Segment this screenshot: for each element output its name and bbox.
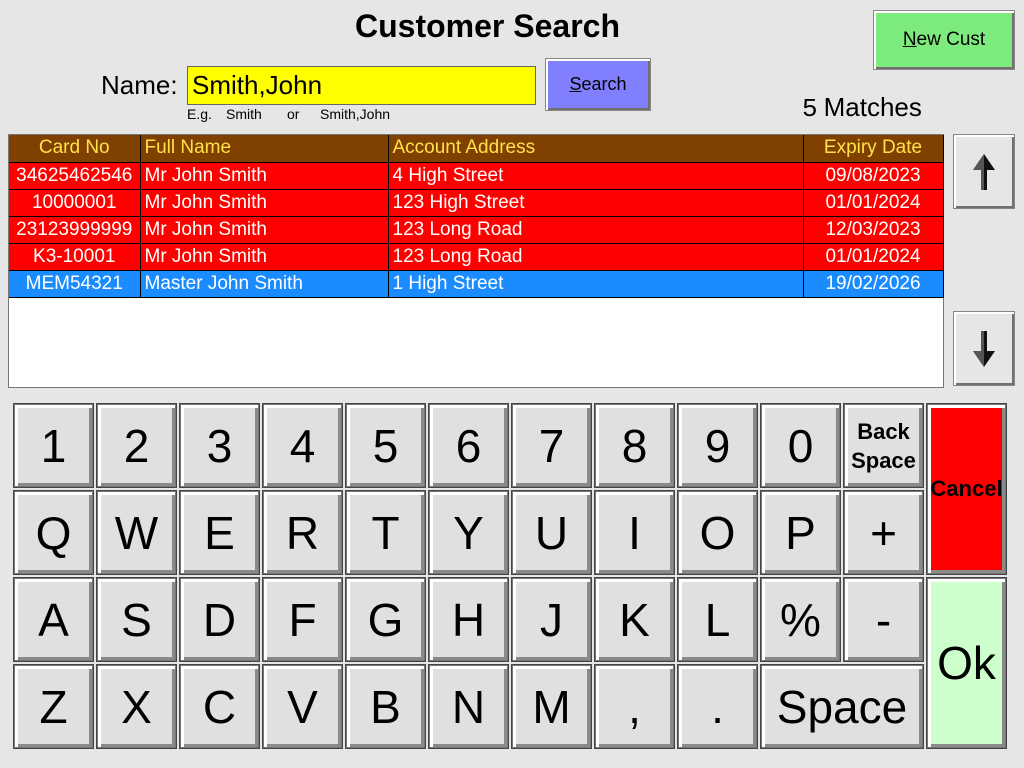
expiry-cell: 01/01/2024	[803, 243, 944, 271]
expiry-cell: 19/02/2026	[803, 270, 944, 298]
address-cell: 1 High Street	[388, 270, 804, 298]
address-cell: 123 Long Road	[388, 243, 804, 271]
key-b[interactable]: B	[346, 665, 425, 748]
key-a[interactable]: A	[14, 578, 93, 661]
key-r[interactable]: R	[263, 491, 342, 574]
matches-label: Matches	[823, 92, 922, 122]
space-key[interactable]: Space	[761, 665, 923, 748]
scroll-up-button[interactable]	[953, 134, 1015, 209]
hint-or: or	[287, 106, 300, 122]
key-percent[interactable]: %	[761, 578, 840, 661]
arrow-up-icon	[973, 153, 995, 190]
search-label: earch	[581, 74, 627, 94]
key-j[interactable]: J	[512, 578, 591, 661]
column-header-expiry-date[interactable]: Expiry Date	[803, 135, 944, 163]
key-f[interactable]: F	[263, 578, 342, 661]
full-name-cell: Mr John Smith	[140, 216, 389, 244]
key-w[interactable]: W	[97, 491, 176, 574]
key-t[interactable]: T	[346, 491, 425, 574]
hint-eg: E.g.	[187, 106, 212, 122]
full-name-cell: Master John Smith	[140, 270, 389, 298]
key-minus[interactable]: -	[844, 578, 923, 661]
column-header-account-address[interactable]: Account Address	[388, 135, 804, 163]
address-cell: 123 Long Road	[388, 216, 804, 244]
full-name-cell: Mr John Smith	[140, 189, 389, 217]
key-7[interactable]: 7	[512, 404, 591, 487]
expiry-cell: 12/03/2023	[803, 216, 944, 244]
name-label: Name:	[101, 70, 178, 100]
table-row[interactable]: K3-10001 Mr John Smith 123 Long Road 01/…	[9, 243, 944, 271]
key-z[interactable]: Z	[14, 665, 93, 748]
ok-button[interactable]: Ok	[927, 578, 1006, 748]
key-u[interactable]: U	[512, 491, 591, 574]
key-6[interactable]: 6	[429, 404, 508, 487]
key-x[interactable]: X	[97, 665, 176, 748]
backspace-label-line2: Space	[851, 447, 916, 473]
key-l[interactable]: L	[678, 578, 757, 661]
key-q[interactable]: Q	[14, 491, 93, 574]
card-no-cell: MEM54321	[9, 270, 141, 298]
arrow-down-icon	[973, 330, 995, 367]
key-3[interactable]: 3	[180, 404, 259, 487]
key-m[interactable]: M	[512, 665, 591, 748]
key-s[interactable]: S	[97, 578, 176, 661]
results-table: Card No Full Name Account Address Expiry…	[9, 135, 944, 298]
new-cust-accelerator: N	[902, 29, 917, 50]
table-row[interactable]: 23123999999 Mr John Smith 123 Long Road …	[9, 216, 944, 244]
backspace-label-line1: Back	[857, 418, 910, 444]
key-k[interactable]: K	[595, 578, 674, 661]
hint-example-2: Smith,John	[320, 106, 391, 122]
backspace-key[interactable]: Back Space	[844, 404, 923, 487]
matches-count: 5 Matches	[802, 90, 922, 126]
search-button[interactable]: Search	[545, 58, 651, 111]
table-header-row: Card No Full Name Account Address Expiry…	[9, 135, 944, 163]
expiry-cell: 01/01/2024	[803, 189, 944, 217]
full-name-cell: Mr John Smith	[140, 243, 389, 271]
key-c[interactable]: C	[180, 665, 259, 748]
hint-example-1: Smith	[226, 106, 262, 122]
key-2[interactable]: 2	[97, 404, 176, 487]
key-5[interactable]: 5	[346, 404, 425, 487]
column-header-full-name[interactable]: Full Name	[140, 135, 389, 163]
column-header-card-no[interactable]: Card No	[9, 135, 141, 163]
expiry-cell: 09/08/2023	[803, 162, 944, 190]
card-no-cell: 23123999999	[9, 216, 141, 244]
key-period[interactable]: .	[678, 665, 757, 748]
matches-number: 5	[802, 94, 818, 124]
cancel-button[interactable]: Cancel	[927, 404, 1006, 574]
card-no-cell: 34625462546	[9, 162, 141, 190]
address-cell: 123 High Street	[388, 189, 804, 217]
table-row[interactable]: 10000001 Mr John Smith 123 High Street 0…	[9, 189, 944, 217]
card-no-cell: 10000001	[9, 189, 141, 217]
key-v[interactable]: V	[263, 665, 342, 748]
new-customer-button[interactable]: New Cust	[873, 10, 1015, 70]
key-9[interactable]: 9	[678, 404, 757, 487]
scroll-down-button[interactable]	[953, 311, 1015, 386]
key-h[interactable]: H	[429, 578, 508, 661]
search-accelerator: S	[569, 74, 582, 94]
page-title: Customer Search	[355, 8, 620, 44]
key-8[interactable]: 8	[595, 404, 674, 487]
key-e[interactable]: E	[180, 491, 259, 574]
key-p[interactable]: P	[761, 491, 840, 574]
key-0[interactable]: 0	[761, 404, 840, 487]
key-o[interactable]: O	[678, 491, 757, 574]
key-plus[interactable]: +	[844, 491, 923, 574]
key-d[interactable]: D	[180, 578, 259, 661]
key-comma[interactable]: ,	[595, 665, 674, 748]
key-1[interactable]: 1	[14, 404, 93, 487]
address-cell: 4 High Street	[388, 162, 804, 190]
full-name-cell: Mr John Smith	[140, 162, 389, 190]
key-i[interactable]: I	[595, 491, 674, 574]
key-4[interactable]: 4	[263, 404, 342, 487]
new-cust-label: ew Cust	[916, 29, 986, 50]
key-g[interactable]: G	[346, 578, 425, 661]
key-n[interactable]: N	[429, 665, 508, 748]
table-row-selected[interactable]: MEM54321 Master John Smith 1 High Street…	[9, 270, 944, 298]
card-no-cell: K3-10001	[9, 243, 141, 271]
key-y[interactable]: Y	[429, 491, 508, 574]
table-row[interactable]: 34625462546 Mr John Smith 4 High Street …	[9, 162, 944, 190]
name-input[interactable]	[187, 66, 536, 105]
results-grid[interactable]: Card No Full Name Account Address Expiry…	[8, 134, 944, 388]
